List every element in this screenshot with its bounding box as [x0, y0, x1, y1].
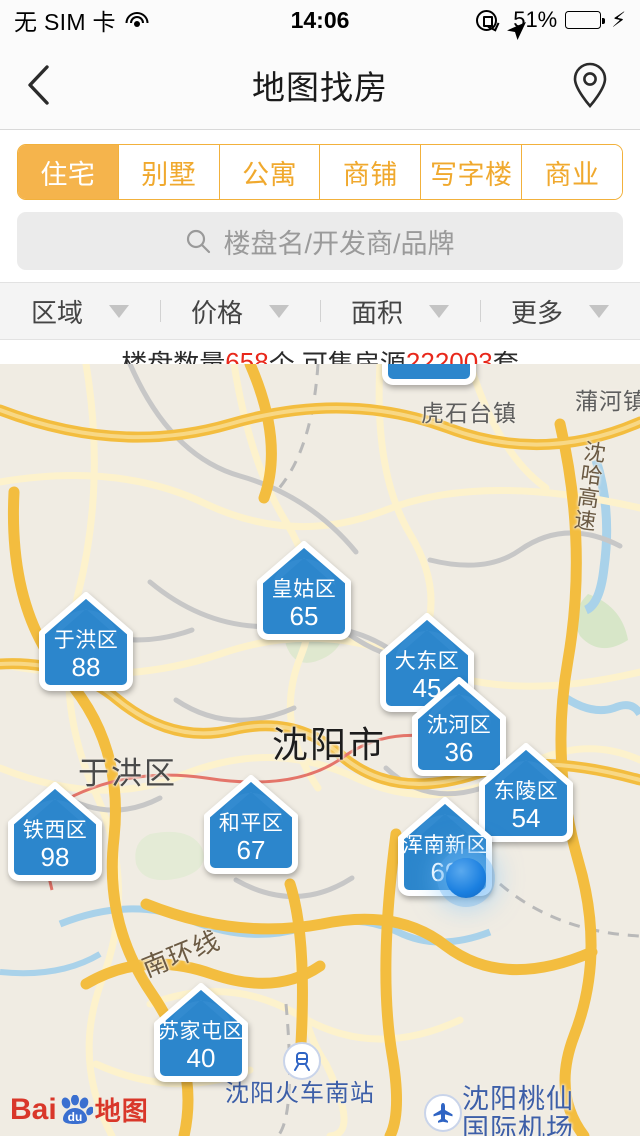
paw-print-icon: du	[59, 1094, 94, 1125]
airport-icon	[424, 1094, 462, 1132]
rotation-lock-icon	[476, 9, 498, 31]
search-placeholder: 楼盘名/开发商/品牌	[223, 228, 455, 259]
filter-area[interactable]: 面积	[320, 283, 480, 339]
tab-gongyu[interactable]: 公寓	[219, 145, 321, 199]
house-marker-icon	[154, 983, 248, 1082]
filter-more-label: 更多	[510, 297, 563, 328]
house-marker-icon	[204, 775, 298, 874]
map-marker-tiexiqu[interactable]: 铁西区 98	[6, 782, 104, 886]
status-bar: 无 SIM 卡 14:06 51% ⚡	[0, 0, 640, 40]
house-marker-icon	[8, 782, 102, 881]
search-input[interactable]: 楼盘名/开发商/品牌	[17, 212, 623, 270]
map-search-screen: 无 SIM 卡 14:06 51% ⚡ 地图找房 住宅 别墅 公寓 商铺 写字楼…	[0, 0, 640, 1136]
battery-icon	[565, 11, 606, 29]
current-location-dot	[446, 858, 486, 898]
page-title: 地图找房	[252, 68, 388, 106]
baidu-maps-logo: Bai du 地图	[10, 1091, 149, 1128]
filter-area-label: 面积	[350, 297, 403, 328]
navigation-bar: 地图找房	[0, 40, 640, 130]
filter-region[interactable]: 区域	[0, 283, 160, 339]
svg-text:du: du	[67, 1110, 82, 1124]
tab-shangpu[interactable]: 商铺	[320, 145, 422, 199]
property-type-tabs: 住宅 别墅 公寓 商铺 写字楼 商业	[0, 130, 640, 210]
search-icon	[187, 229, 211, 254]
map-marker-yuhongqu[interactable]: 于洪区 88	[37, 592, 135, 696]
baidu-logo-ditu: 地图	[94, 1096, 149, 1126]
baidu-logo-bai: Bai	[10, 1092, 57, 1126]
tab-zhuzhai[interactable]: 住宅	[18, 145, 119, 199]
filter-bar: 区域 价格 面积 更多	[0, 282, 640, 340]
tab-shangye[interactable]: 商业	[522, 145, 622, 199]
filter-more[interactable]: 更多	[480, 283, 640, 339]
train-station-icon	[283, 1042, 321, 1080]
clock-label: 14:06	[290, 6, 350, 33]
filter-price[interactable]: 价格	[160, 283, 320, 339]
filter-region-label: 区域	[30, 297, 83, 328]
chevron-down-icon	[269, 304, 289, 318]
chevron-down-icon	[109, 304, 129, 318]
filter-price-label: 价格	[190, 297, 243, 328]
map-marker-hepingqu[interactable]: 和平区 67	[202, 775, 300, 879]
map-marker-clipped[interactable]	[380, 364, 478, 390]
chevron-down-icon	[429, 304, 449, 318]
house-marker-icon	[257, 541, 351, 640]
search-section: 楼盘名/开发商/品牌	[0, 210, 640, 282]
house-marker-icon	[39, 592, 133, 691]
tab-bieshu[interactable]: 别墅	[118, 145, 220, 199]
map-marker-huangguqu[interactable]: 皇姑区 65	[255, 541, 353, 645]
map-canvas[interactable]: 沈阳市 于洪区 虎石台镇 蒲河镇 沈哈高速 南环线 沈阳火车南站 沈阳桃仙 国际…	[0, 364, 640, 1136]
chevron-down-icon	[589, 304, 609, 318]
map-marker-sujiatunqu[interactable]: 苏家屯区 40	[152, 983, 250, 1087]
tab-xiezilou[interactable]: 写字楼	[421, 145, 523, 199]
